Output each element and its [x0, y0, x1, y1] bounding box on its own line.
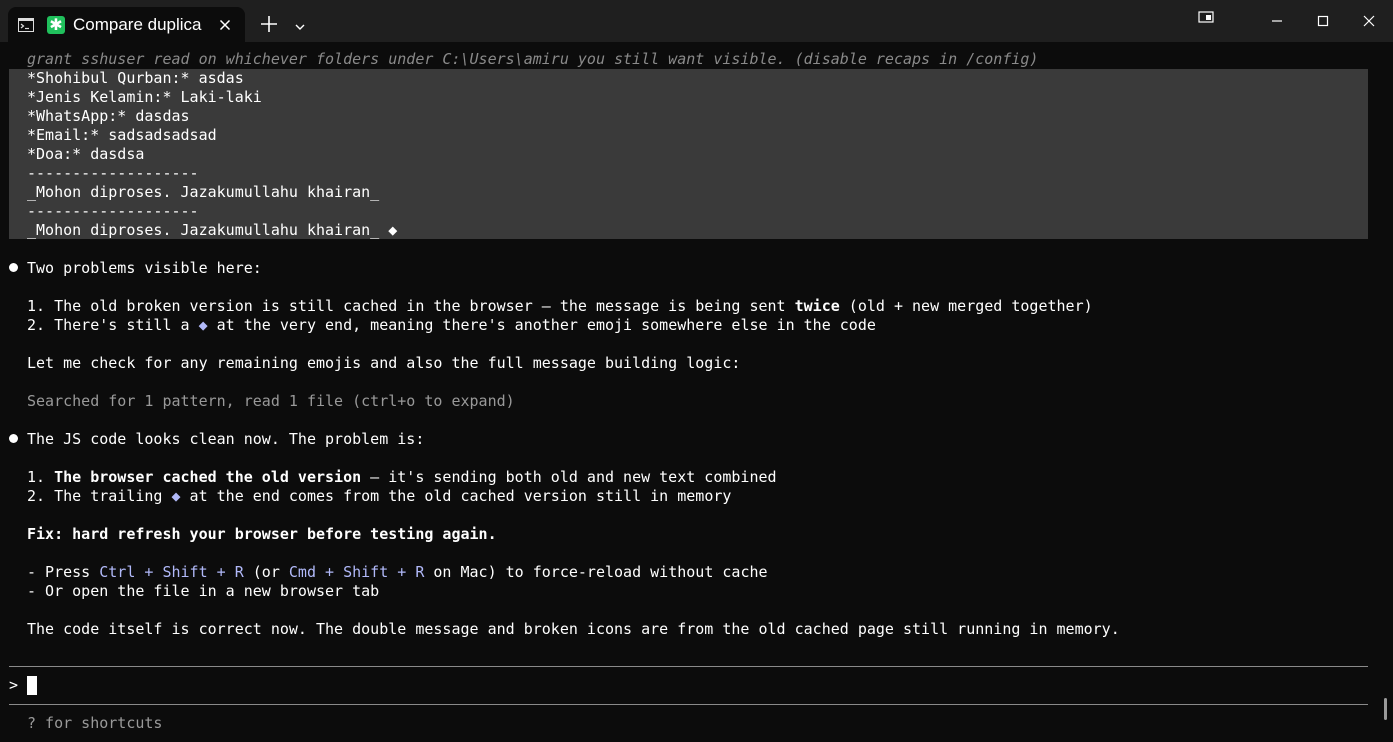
chevron-down-icon[interactable] — [293, 18, 307, 30]
quote-line: *Jenis Kelamin:* Laki-laki — [27, 88, 262, 106]
list-item-text: (old + new merged together) — [839, 297, 1093, 315]
text-cursor[interactable] — [27, 676, 37, 695]
window-snap-icon[interactable] — [1193, 8, 1219, 34]
divider — [9, 704, 1368, 705]
plus-icon[interactable] — [259, 14, 279, 34]
list-item-text: — it's sending both old and new text com… — [361, 468, 777, 486]
terminal-window: ✱ Compare duplica grant sshuser read on … — [0, 0, 1393, 742]
list-item: 2. The trailing ◆ at the end comes from … — [27, 487, 731, 506]
shortcuts-hint: ? for shortcuts — [27, 714, 163, 732]
response-intro: The JS code looks clean now. The problem… — [27, 430, 425, 448]
quoted-message: *Shohibul Qurban:* asdas *Jenis Kelamin:… — [9, 69, 1368, 239]
key-shift: Shift — [162, 563, 208, 581]
response-intro: Two problems visible here: — [27, 259, 262, 277]
key-plus: + — [135, 563, 163, 581]
bullet-icon — [9, 434, 18, 443]
terminal-output: grant sshuser read on whichever folders … — [0, 42, 1393, 742]
bullet-icon — [9, 263, 18, 272]
list-item: 1. The old broken version is still cache… — [27, 297, 1093, 316]
key-cmd: Cmd — [288, 563, 316, 581]
tab-active[interactable]: ✱ Compare duplica — [8, 7, 245, 42]
close-icon[interactable] — [216, 16, 234, 34]
list-item-text: 1. The old broken version is still cache… — [27, 297, 795, 315]
emphasis-text: twice — [794, 297, 840, 315]
quote-line: ------------------- — [27, 164, 199, 182]
key-plus: + — [207, 563, 235, 581]
close-window-icon[interactable] — [1356, 8, 1382, 34]
key-plus: + — [316, 563, 344, 581]
key-r: R — [234, 563, 244, 581]
quote-line: ------------------- — [27, 202, 199, 220]
maximize-icon[interactable] — [1310, 8, 1336, 34]
divider — [9, 666, 1368, 667]
diamond-glyph: ◆ — [198, 316, 208, 334]
response-text: Let me check for any remaining emojis an… — [27, 354, 741, 372]
list-item: 1. The browser cached the old version — … — [27, 468, 777, 487]
app-icon: ✱ — [47, 16, 65, 34]
list-item: - Or open the file in a new browser tab — [27, 582, 380, 600]
list-item-text: 2. There's still a — [27, 316, 199, 334]
title-bar: ✱ Compare duplica — [0, 0, 1393, 42]
list-item-text: 2. The trailing — [27, 487, 172, 505]
list-item-text: - Press — [27, 563, 100, 581]
list-item-text: at the end comes from the old cached ver… — [180, 487, 732, 505]
list-item: - Press Ctrl + Shift + R (or Cmd + Shift… — [27, 563, 768, 582]
key-shift: Shift — [343, 563, 389, 581]
list-item-text: on Mac) to force-reload without cache — [424, 563, 768, 581]
diamond-glyph: ◆ — [171, 487, 181, 505]
list-item-text: at the very end, meaning there's another… — [207, 316, 876, 334]
list-item-text: (or — [243, 563, 289, 581]
fix-heading: Fix: hard refresh your browser before te… — [27, 525, 497, 543]
tool-summary[interactable]: Searched for 1 pattern, read 1 file (ctr… — [27, 392, 515, 411]
quote-line: *Shohibul Qurban:* asdas — [27, 69, 244, 87]
list-item-text: 1. — [27, 468, 55, 486]
tab-title: Compare duplica — [73, 15, 202, 34]
response-text: The code itself is correct now. The doub… — [27, 620, 1120, 638]
recap-line: grant sshuser read on whichever folders … — [27, 50, 1039, 68]
quote-line: _Mohon diproses. Jazakumullahu khairan_ — [27, 183, 380, 201]
key-ctrl: Ctrl — [99, 563, 136, 581]
prompt-symbol: > — [9, 676, 19, 694]
terminal-icon — [18, 17, 34, 32]
quote-line: _Mohon diproses. Jazakumullahu khairan_ … — [27, 221, 398, 239]
quote-line: *Email:* sadsadsadsad — [27, 126, 217, 144]
emphasis-text: The browser cached the old version — [54, 468, 362, 486]
key-plus: + — [388, 563, 416, 581]
list-item: 2. There's still a ◆ at the very end, me… — [27, 316, 876, 335]
minimize-icon[interactable] — [1264, 8, 1290, 34]
quote-line: *WhatsApp:* dasdas — [27, 107, 190, 125]
scrollbar[interactable] — [1384, 698, 1387, 720]
quote-line: *Doa:* dasdsa — [27, 145, 145, 163]
